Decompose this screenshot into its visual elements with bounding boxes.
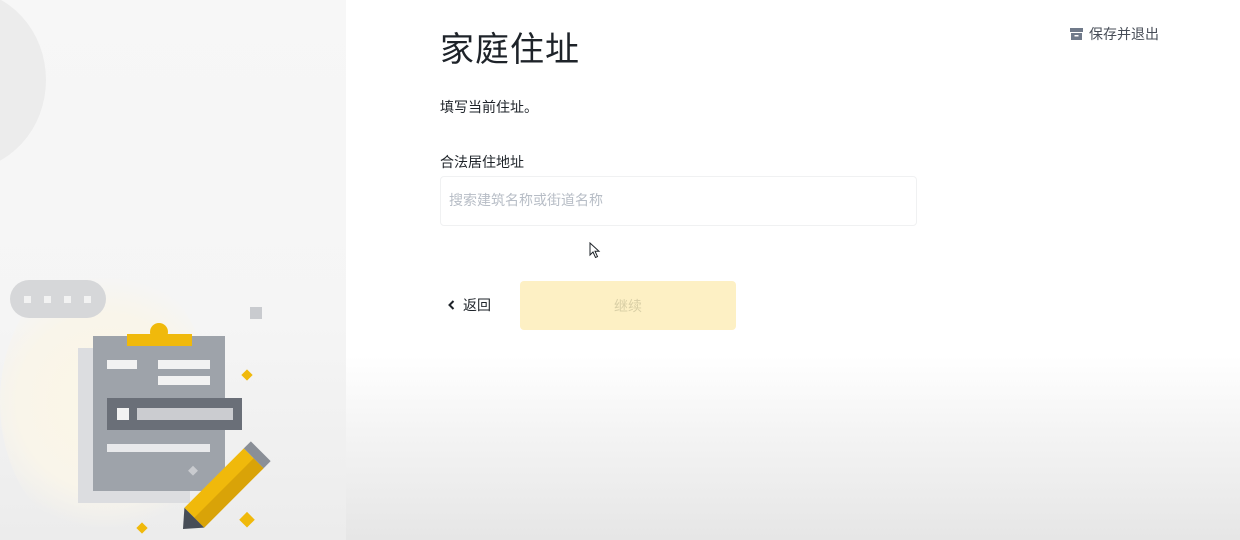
page-title: 家庭住址 [440,30,580,70]
save-and-exit-button[interactable]: 保存并退出 [1070,24,1159,44]
decorative-circle [0,0,46,170]
continue-button[interactable]: 继续 [520,281,736,330]
back-button-label: 返回 [463,298,491,314]
clipboard-pencil-illustration [10,280,271,534]
save-and-exit-label: 保存并退出 [1089,27,1159,43]
address-field-label: 合法居住地址 [440,155,524,171]
side-panel [0,0,346,540]
archive-icon [1070,28,1083,40]
back-button[interactable]: 返回 [448,290,491,320]
mouse-cursor-icon [589,242,601,259]
address-search-input[interactable] [440,176,917,226]
chevron-left-icon [448,300,455,310]
form-subtitle: 填写当前住址。 [440,100,538,116]
